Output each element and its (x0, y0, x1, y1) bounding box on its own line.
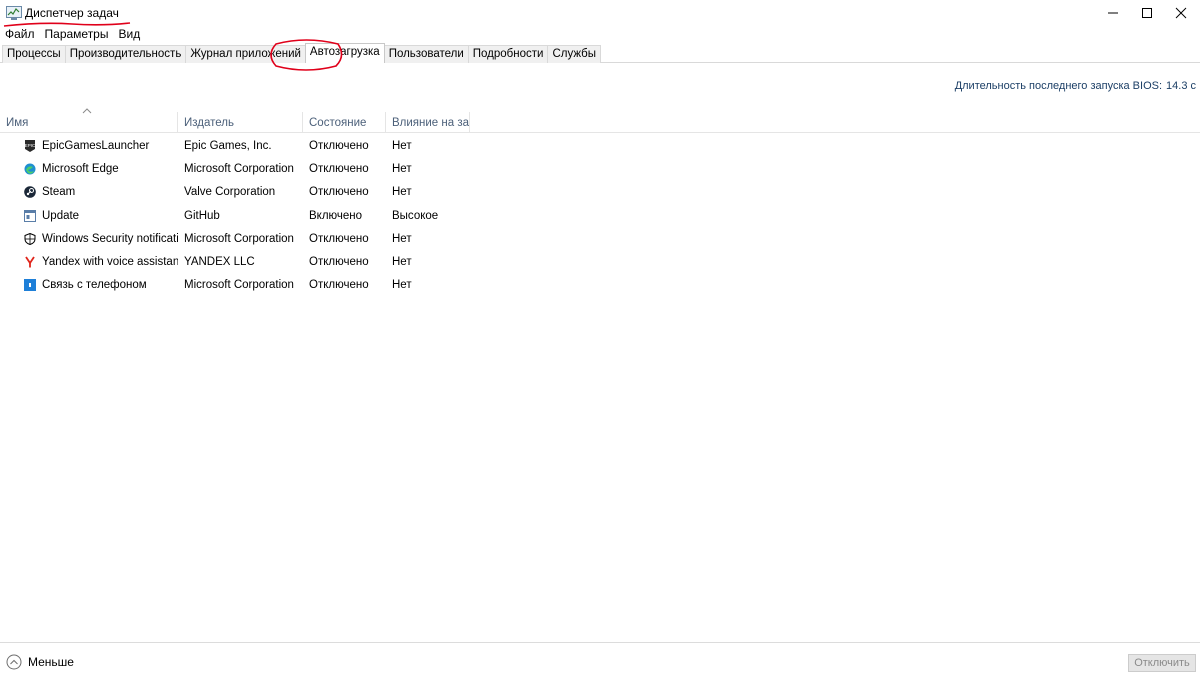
row-publisher: Microsoft Corporation (184, 279, 294, 292)
menu-view[interactable]: Вид (113, 26, 145, 42)
shield-icon (24, 232, 36, 245)
steam-icon (24, 186, 36, 199)
row-impact: Нет (392, 139, 412, 152)
column-header-publisher[interactable]: Издатель (178, 112, 303, 133)
close-icon (1175, 7, 1187, 19)
row-publisher: Valve Corporation (184, 186, 276, 199)
column-header-name[interactable]: Имя (0, 112, 178, 133)
disable-button[interactable]: Отключить (1128, 654, 1196, 672)
row-status: Отключено (309, 139, 369, 152)
header-divider (0, 132, 1200, 133)
table-row[interactable]: Steam Valve Corporation Отключено Нет (0, 181, 1200, 204)
bios-time-value: 14.3 с (1166, 80, 1196, 92)
row-status: Отключено (309, 162, 369, 175)
row-publisher: YANDEX LLC (184, 256, 255, 269)
maximize-icon (1142, 8, 1152, 18)
row-name: Yandex with voice assistant ... (42, 256, 178, 269)
row-impact: Нет (392, 279, 412, 292)
row-status: Отключено (309, 232, 369, 245)
tab-app-history[interactable]: Журнал приложений (185, 45, 306, 63)
row-publisher: Microsoft Corporation (184, 162, 294, 175)
chevron-up-icon (6, 654, 22, 670)
bios-time: Длительность последнего запуска BIOS: 14.… (955, 80, 1196, 92)
tab-processes[interactable]: Процессы (2, 45, 66, 63)
row-name: Windows Security notificati... (42, 232, 178, 245)
edge-icon (24, 163, 36, 175)
phone-link-icon (24, 279, 36, 292)
minimize-icon (1108, 12, 1118, 14)
title-bar: Диспетчер задач (0, 0, 1200, 27)
row-name: EpicGamesLauncher (42, 139, 150, 152)
row-status: Отключено (309, 256, 369, 269)
column-header-status[interactable]: Состояние (303, 112, 386, 133)
table-row[interactable]: Windows Security notificati... Microsoft… (0, 227, 1200, 250)
svg-text:EPIC: EPIC (25, 143, 36, 148)
tab-startup[interactable]: Автозагрузка (304, 43, 385, 63)
table-row[interactable]: EPIC EpicGamesLauncher Epic Games, Inc. О… (0, 134, 1200, 157)
row-name: Microsoft Edge (42, 162, 119, 175)
row-impact: Нет (392, 256, 412, 269)
table-row[interactable]: Yandex with voice assistant ... YANDEX L… (0, 250, 1200, 273)
tab-services[interactable]: Службы (547, 45, 602, 63)
fewer-details-label: Меньше (28, 655, 74, 669)
row-impact: Высокое (392, 209, 439, 222)
column-header-impact[interactable]: Влияние на за... (386, 112, 470, 133)
row-status: Включено (309, 209, 363, 222)
table-row[interactable]: Update GitHub Включено Высокое (0, 204, 1200, 227)
table-header: Имя Издатель Состояние Влияние на за... (0, 112, 470, 133)
tab-strip: Процессы Производительность Журнал прило… (2, 43, 602, 63)
fewer-details-button[interactable]: Меньше (6, 654, 74, 670)
row-publisher: GitHub (184, 209, 220, 222)
table-row[interactable]: Связь с телефоном Microsoft Corporation … (0, 274, 1200, 297)
row-publisher: Microsoft Corporation (184, 232, 294, 245)
row-impact: Нет (392, 232, 412, 245)
epic-games-icon: EPIC (25, 139, 36, 152)
tab-users[interactable]: Пользователи (383, 45, 469, 63)
update-icon (24, 209, 36, 222)
footer-divider (0, 642, 1200, 643)
row-impact: Нет (392, 162, 412, 175)
menu-bar: Файл Параметры Вид (0, 26, 145, 42)
tab-details[interactable]: Подробности (467, 45, 549, 63)
close-button[interactable] (1158, 0, 1200, 26)
yandex-icon (25, 256, 35, 268)
row-status: Отключено (309, 186, 369, 199)
row-name: Связь с телефоном (42, 279, 147, 292)
row-name: Update (42, 209, 80, 222)
bios-time-label: Длительность последнего запуска BIOS: (954, 80, 1163, 92)
table-row[interactable]: Microsoft Edge Microsoft Corporation Отк… (0, 157, 1200, 180)
menu-file[interactable]: Файл (0, 26, 40, 42)
row-publisher: Epic Games, Inc. (184, 139, 272, 152)
tab-performance[interactable]: Производительность (64, 45, 187, 63)
menu-options[interactable]: Параметры (40, 26, 114, 42)
row-name: Steam (42, 186, 76, 199)
row-status: Отключено (309, 279, 369, 292)
row-impact: Нет (392, 186, 412, 199)
startup-table: EPIC EpicGamesLauncher Epic Games, Inc. О… (0, 134, 1200, 297)
